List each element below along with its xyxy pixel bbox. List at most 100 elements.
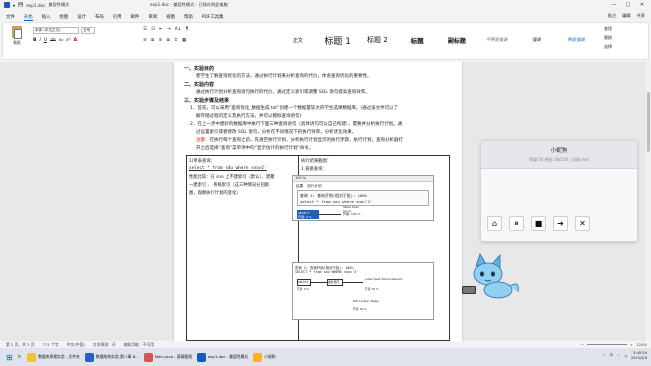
folder-icon bbox=[27, 352, 37, 362]
left-cell-desc1: 性能比较：在 sno 上不建索引（默认）、建聚 bbox=[189, 175, 275, 180]
autosave-toggle[interactable]: ⏺ bbox=[13, 3, 15, 8]
word-app-icon[interactable] bbox=[4, 2, 10, 8]
taskbar-label-browser: 数据结构实验-第八章 B... bbox=[95, 354, 139, 359]
zoom-slider[interactable] bbox=[586, 344, 627, 345]
next-icon[interactable]: ➜ bbox=[553, 216, 568, 231]
taskbar: ⊞ ⌕ 数据库原理实验 - 文件夹 数据结构实验-第八章 B... Main.j… bbox=[0, 348, 651, 366]
heading-content: 二、实验内容 bbox=[184, 82, 215, 88]
tab-design[interactable]: 设计 bbox=[77, 14, 86, 20]
title-bar: ⏺ 💾 exp1.doc 兼容性模式 exp1.doc - 兼容性模式 - 已保… bbox=[0, 0, 651, 10]
taskbar-label-word: exp1.doc - 兼容性模式 bbox=[208, 354, 249, 359]
style-title[interactable]: 标题 bbox=[397, 35, 437, 45]
page-count[interactable]: 第 2 页，共 2 页 bbox=[6, 342, 35, 348]
vertical-scrollbar[interactable] bbox=[646, 62, 651, 341]
pet-status: 等级:50 经验:38/100 | 动画:rest bbox=[528, 157, 590, 162]
scrollbar-thumb[interactable] bbox=[647, 92, 650, 152]
plan2-edge-1 bbox=[311, 282, 327, 283]
style-emphasis[interactable]: 强调 bbox=[517, 37, 557, 43]
plan-node-select: SELECT 开销: 0 % bbox=[297, 210, 319, 219]
editing-button[interactable]: 编辑 bbox=[622, 13, 630, 19]
step1-line1: 1．首先，可以采用“查询优化_数据生成.txt”创建一个数据量较大的学生选课数据… bbox=[190, 106, 399, 111]
replace-button[interactable]: 替换 bbox=[604, 35, 644, 41]
tab-help[interactable]: 帮助 bbox=[184, 14, 193, 20]
pause-icon[interactable]: ⏸ bbox=[509, 216, 524, 231]
search-icon[interactable]: ⌕ bbox=[18, 353, 21, 361]
style-intense-emphasis[interactable]: 明显强调 bbox=[556, 37, 596, 43]
style-subtle-emphasis[interactable]: 不明显强调 bbox=[477, 37, 517, 43]
minimize-button[interactable]: — bbox=[607, 0, 621, 10]
tab-view[interactable]: 视图 bbox=[166, 14, 175, 20]
font-family-select[interactable]: 宋体 (中文正文) bbox=[33, 27, 79, 34]
chevron-up-icon[interactable]: ^ bbox=[602, 354, 605, 358]
document-page[interactable]: 一、实验目的 使学生了解查询优化的方法，通过执行计划来分析查询的代价，体会查询优… bbox=[174, 62, 462, 341]
tab-plan: 执行计划 bbox=[307, 184, 322, 188]
plan2-node-loop: 嵌套循环 bbox=[327, 279, 343, 286]
language-status[interactable]: 中文(中国) bbox=[67, 342, 85, 348]
style-normal[interactable]: 正文 bbox=[278, 37, 318, 44]
paste-button[interactable]: 粘贴 bbox=[7, 26, 27, 56]
tab-draw[interactable]: 绘图 bbox=[59, 14, 68, 20]
word-count[interactable]: 771 个字 bbox=[43, 342, 59, 348]
start-icon[interactable]: ⊞ bbox=[6, 353, 13, 362]
find-button[interactable]: 查找 bbox=[604, 26, 644, 32]
close-window-button[interactable]: ✕ bbox=[635, 0, 649, 10]
style-heading1[interactable]: 标题 1 bbox=[318, 34, 358, 47]
window-title: exp1.doc - 兼容性模式 - 已保存到此电脑 bbox=[150, 2, 228, 7]
taskbar-item-ide[interactable]: Main.java - 屏幕截图 bbox=[143, 352, 192, 362]
select-button[interactable]: 选择 bbox=[604, 44, 644, 50]
tab-home[interactable]: 开始 bbox=[23, 14, 33, 21]
desktop-pet-panel[interactable]: 小妮狗 等级:50 经验:38/100 | 动画:rest ⌂ ⏸ ■ ➜ ✕ bbox=[480, 140, 638, 242]
ribbon-tabs: 文件 开始 插入 绘图 设计 布局 引用 邮件 审阅 视图 帮助 PDF工具集 bbox=[0, 12, 651, 22]
pet-controls: ⌂ ⏸ ■ ➜ ✕ bbox=[487, 216, 590, 231]
text-prediction-status[interactable]: 文本预测：开 bbox=[93, 342, 116, 348]
taskbar-item-pet[interactable]: 小妮狗 bbox=[253, 352, 276, 362]
tab-pdf[interactable]: PDF工具集 bbox=[202, 14, 224, 20]
pet-mascot-icon[interactable] bbox=[458, 252, 524, 302]
purpose-text: 使学生了解查询优化的方法，通过执行计划来分析查询的代价，体会查询优化的重要性。 bbox=[196, 74, 372, 79]
title-tab-doc[interactable]: exp1.doc bbox=[26, 3, 45, 8]
wifi-icon[interactable]: ◠ bbox=[617, 354, 620, 358]
zoom-in-button[interactable]: + bbox=[630, 342, 633, 347]
zoom-level-label[interactable]: 120% bbox=[636, 342, 647, 347]
stop-icon[interactable]: ■ bbox=[531, 216, 546, 231]
zoom-out-button[interactable]: − bbox=[581, 342, 584, 347]
step2-line2: 过设置索引或者修改 SQL 语句，分析在不同情况下的执行效率，分析优化效果。 bbox=[196, 130, 357, 135]
tab-results: 结果 bbox=[296, 184, 304, 188]
home-icon[interactable]: ⌂ bbox=[487, 216, 502, 231]
clock-date: 2025/4/4 bbox=[630, 355, 647, 360]
tab-insert[interactable]: 插入 bbox=[42, 14, 51, 20]
tab-mailings[interactable]: 邮件 bbox=[131, 14, 140, 20]
font-size-select[interactable]: 五号 bbox=[81, 27, 95, 34]
save-icon[interactable]: 💾 bbox=[18, 2, 23, 8]
execution-plan-screenshot-2: 查询 1: 查询开销(相对于批): 100% SELECT * from sou… bbox=[292, 262, 434, 320]
comments-button[interactable]: 批注 bbox=[608, 13, 616, 19]
taskbar-item-explorer[interactable]: 数据库原理实验 - 文件夹 bbox=[27, 352, 80, 362]
heading-purpose: 一、实验目的 bbox=[184, 66, 215, 72]
taskbar-item-word[interactable]: exp1.doc - 兼容性模式 bbox=[197, 352, 249, 362]
clock[interactable]: 3:40:54 2025/4/4 bbox=[631, 351, 647, 360]
share-button[interactable]: 共享 bbox=[637, 13, 645, 19]
note-line1: 注意：在执行每个查询之前，先清空执行计划，分析执行计划显示的执行步骤，执行计划，… bbox=[196, 137, 403, 143]
editing-group: 查找 替换 选择 bbox=[604, 26, 644, 50]
node-scan-cost: 开销: 100 % bbox=[343, 212, 361, 217]
style-heading2[interactable]: 标题 2 bbox=[358, 35, 398, 45]
close-icon[interactable]: ✕ bbox=[575, 216, 590, 231]
content-text: 通过执行计划分析查询语句执行的代价，通过定义索引或调整 SQL 语句提高查询效率… bbox=[196, 90, 370, 95]
taskbar-item-browser[interactable]: 数据结构实验-第八章 B... bbox=[84, 352, 139, 362]
accessibility-status[interactable]: 辅助功能：不可用 bbox=[124, 342, 154, 348]
node-select-cost: 开销: 0 % bbox=[298, 215, 312, 219]
plan2-sql-line: SELECT * from sou WHERE sno='3' bbox=[295, 270, 359, 274]
ime-indicator[interactable]: 中 bbox=[609, 353, 613, 358]
style-subtitle[interactable]: 副标题 bbox=[437, 36, 477, 45]
tab-layout[interactable]: 布局 bbox=[95, 14, 104, 20]
speaker-icon[interactable]: ◁ bbox=[624, 354, 627, 358]
step1-line2: 解存储过程的定义及执行方法，并可以模拟查询语句) bbox=[196, 114, 302, 119]
tab-review[interactable]: 审阅 bbox=[148, 14, 157, 20]
maximize-button[interactable]: □ bbox=[621, 0, 635, 10]
plan-sql-line: select * from sou where sno='2' bbox=[300, 199, 373, 204]
tab-references[interactable]: 引用 bbox=[113, 14, 122, 20]
status-bar: 第 2 页，共 2 页 771 个字 中文(中国) 文本预测：开 辅助功能：不可… bbox=[0, 341, 651, 348]
note-text1: ：在执行每个查询之前，先清空执行计划，分析执行计划显示的执行步骤，执行计划，查询… bbox=[205, 138, 403, 143]
tab-file[interactable]: 文件 bbox=[6, 14, 15, 20]
note-line2: 开之后选择“查询”菜单项中的“显示估计的执行计划”命令。 bbox=[196, 146, 314, 151]
